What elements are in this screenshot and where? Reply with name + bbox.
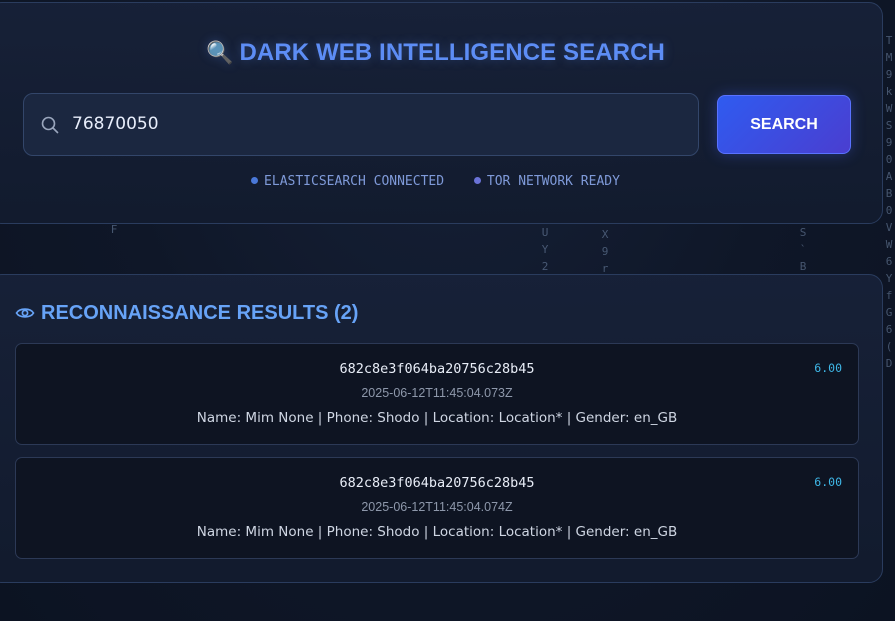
status-elasticsearch: ELASTICSEARCH CONNECTED	[251, 174, 444, 189]
result-card[interactable]: 682c8e3f064ba20756c28b45 2025-06-12T11:4…	[15, 457, 859, 559]
matrix-char-column: T M 9 k W S 9 0 A B 0 V W 6 Y f G 6 ( D	[885, 34, 893, 370]
status-dot-icon	[251, 177, 259, 184]
results-panel: RECONNAISSANCE RESULTS (2) 682c8e3f064ba…	[0, 274, 883, 583]
result-timestamp: 2025-06-12T11:45:04.074Z	[361, 500, 513, 514]
search-box[interactable]	[23, 93, 699, 156]
status-tor: TOR NETWORK READY	[473, 174, 620, 189]
result-id: 682c8e3f064ba20756c28b45	[339, 361, 535, 377]
results-title: RECONNAISSANCE RESULTS (2)	[15, 302, 358, 325]
search-input[interactable]	[72, 94, 672, 154]
result-details: Name: Mim None | Phone: Shodo | Location…	[196, 410, 678, 426]
magnifier-emoji-icon: 🔍	[206, 40, 234, 65]
status-elasticsearch-label: ELASTICSEARCH CONNECTED	[264, 174, 445, 189]
search-button[interactable]: SEARCH	[717, 95, 851, 154]
matrix-char-column: S ` B	[799, 226, 807, 273]
result-details: Name: Mim None | Phone: Shodo | Location…	[196, 524, 678, 540]
search-title-text: DARK WEB INTELLIGENCE SEARCH	[239, 39, 665, 66]
matrix-char-column: U Y 2	[541, 226, 549, 273]
status-tor-label: TOR NETWORK READY	[486, 174, 620, 189]
page: F U Y 2 X 9 r S ` B T M 9 k W S 9 0 A B …	[0, 0, 895, 621]
status-row: ELASTICSEARCH CONNECTED TOR NETWORK READ…	[0, 174, 882, 189]
search-icon	[41, 116, 59, 134]
result-score: 6.00	[814, 361, 842, 375]
eye-icon	[15, 303, 35, 318]
search-title: 🔍 DARK WEB INTELLIGENCE SEARCH	[0, 39, 882, 67]
result-timestamp: 2025-06-12T11:45:04.073Z	[361, 386, 513, 400]
result-card[interactable]: 682c8e3f064ba20756c28b45 2025-06-12T11:4…	[15, 343, 859, 445]
result-id: 682c8e3f064ba20756c28b45	[339, 475, 535, 491]
search-panel: 🔍DARK WEB INTELLIGENCE SEARCH SEARCH ELA…	[0, 2, 883, 224]
result-score: 6.00	[814, 475, 842, 489]
status-dot-icon	[473, 177, 481, 184]
results-title-text: RECONNAISSANCE RESULTS (2)	[41, 302, 359, 324]
matrix-char-column: X 9 r	[601, 228, 609, 275]
